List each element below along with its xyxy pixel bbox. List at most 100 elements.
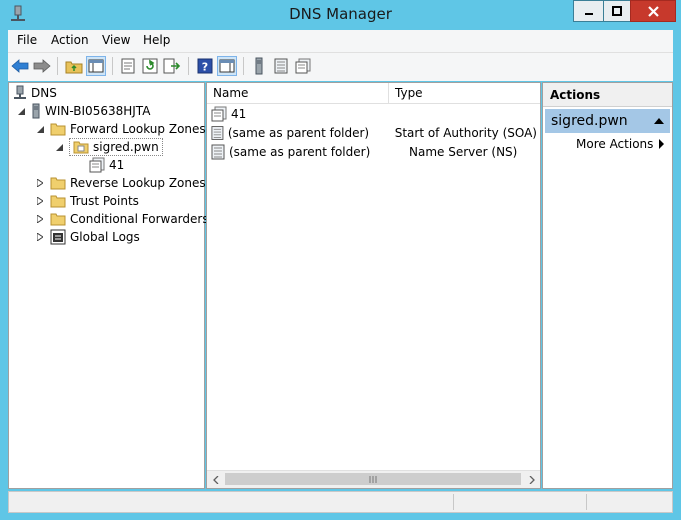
actions-pane: Actions sigred.pwn More Actions — [542, 82, 673, 489]
folder-icon — [50, 195, 66, 208]
collapse-arrow-icon[interactable] — [17, 107, 25, 115]
forward-arrow-icon — [33, 59, 51, 73]
back-button[interactable] — [10, 56, 30, 76]
expand-arrow-icon[interactable] — [36, 215, 44, 223]
tree-node-server[interactable]: WIN-BI05638HJTA — [17, 102, 150, 120]
domain-records-icon — [211, 106, 227, 121]
expand-arrow-icon[interactable] — [36, 233, 44, 241]
list-item[interactable]: (same as parent folder) Start of Authori… — [211, 123, 537, 142]
menu-bar: File Action View Help — [8, 30, 673, 52]
tree-label-reverse-zones: Reverse Lookup Zones — [70, 176, 206, 190]
domain-records-icon — [89, 157, 105, 173]
properties-icon — [121, 58, 135, 74]
export-list-icon — [163, 58, 181, 74]
selected-zone[interactable]: sigred.pwn — [69, 138, 163, 156]
menu-action[interactable]: Action — [51, 33, 89, 47]
up-folder-icon — [65, 61, 83, 74]
scroll-right-button[interactable] — [523, 471, 540, 488]
tree-node-zone-sigred[interactable]: sigred.pwn — [55, 138, 163, 156]
horizontal-scrollbar[interactable] — [207, 470, 540, 488]
show-console-tree-button[interactable] — [86, 56, 106, 76]
title-bar: DNS Manager — [0, 0, 681, 30]
results-pane: Name Type 41 (same as parent folder) Sta… — [206, 82, 541, 489]
toolbar-separator — [112, 57, 113, 75]
tree-label-subdomain: 41 — [109, 158, 125, 172]
column-header-type[interactable]: Type — [389, 83, 540, 103]
show-action-pane-button[interactable] — [217, 56, 237, 76]
server-icon — [32, 103, 40, 119]
help-button[interactable]: ? — [195, 56, 215, 76]
chevron-left-icon — [212, 475, 218, 484]
up-one-level-button[interactable] — [64, 56, 84, 76]
refresh-button[interactable] — [140, 56, 160, 76]
collapse-caret-icon[interactable] — [654, 118, 664, 124]
tree-label-zone: sigred.pwn — [93, 140, 159, 154]
collapse-arrow-icon[interactable] — [55, 143, 63, 151]
server-icon — [255, 57, 263, 75]
svg-text:?: ? — [202, 61, 208, 74]
scroll-left-button[interactable] — [207, 471, 224, 488]
record-icon — [274, 58, 288, 74]
folder-icon — [50, 123, 66, 136]
record-icon — [211, 144, 225, 159]
column-header-name[interactable]: Name — [207, 83, 389, 103]
maximize-button[interactable] — [603, 0, 631, 22]
forward-button[interactable] — [32, 56, 52, 76]
actions-header: Actions — [543, 83, 672, 107]
tree-node-conditional-forwarders[interactable]: Conditional Forwarders — [36, 210, 209, 228]
tree-node-trust-points[interactable]: Trust Points — [36, 192, 139, 210]
toolbar-separator — [243, 57, 244, 75]
folder-icon — [50, 213, 66, 226]
logs-icon — [50, 229, 66, 245]
console-tree-icon — [88, 59, 104, 73]
tree-label-server: WIN-BI05638HJTA — [45, 104, 151, 118]
status-bar — [8, 491, 673, 513]
folder-icon — [50, 177, 66, 190]
close-icon — [647, 5, 659, 17]
more-actions-link[interactable]: More Actions — [576, 135, 653, 153]
tree-label-dns: DNS — [31, 86, 57, 100]
dns-manager-window: DNS Manager File Action View Help ? DNS … — [0, 0, 681, 520]
new-domain-button[interactable] — [293, 56, 313, 76]
actions-group-sigred[interactable]: sigred.pwn — [545, 109, 670, 133]
zone-folder-icon — [73, 141, 89, 154]
scroll-thumb[interactable] — [225, 473, 521, 485]
maximize-icon — [612, 6, 622, 16]
toolbar-separator — [188, 57, 189, 75]
chevron-right-icon — [529, 475, 535, 484]
item-type: Start of Authority (SOA) — [394, 125, 537, 140]
collapse-arrow-icon[interactable] — [36, 125, 44, 133]
menu-file[interactable]: File — [17, 33, 37, 47]
tree-node-dns[interactable]: DNS — [13, 84, 57, 102]
tree-node-global-logs[interactable]: Global Logs — [36, 228, 140, 246]
submenu-arrow-icon — [659, 139, 664, 149]
help-icon: ? — [197, 58, 213, 74]
close-button[interactable] — [630, 0, 676, 22]
tree-node-forward-lookup-zones[interactable]: Forward Lookup Zones — [36, 120, 206, 138]
menu-help[interactable]: Help — [143, 33, 170, 47]
new-host-button[interactable] — [249, 56, 269, 76]
properties-button[interactable] — [118, 56, 138, 76]
menu-view[interactable]: View — [102, 33, 130, 47]
minimize-button[interactable] — [573, 0, 604, 22]
list-item[interactable]: 41 — [211, 104, 537, 123]
item-name: (same as parent folder) — [229, 144, 371, 159]
tree-node-reverse-lookup-zones[interactable]: Reverse Lookup Zones — [36, 174, 206, 192]
tree-node-subdomain-41[interactable]: 41 — [89, 156, 124, 174]
refresh-icon — [142, 58, 158, 74]
export-list-button[interactable] — [162, 56, 182, 76]
back-arrow-icon — [11, 59, 29, 73]
expand-arrow-icon[interactable] — [36, 179, 44, 187]
new-record-button[interactable] — [271, 56, 291, 76]
status-divider — [586, 494, 587, 510]
toolbar: ? — [8, 52, 673, 81]
expand-arrow-icon[interactable] — [36, 197, 44, 205]
item-name: (same as parent folder) — [227, 125, 370, 140]
tree-label-global-logs: Global Logs — [70, 230, 140, 244]
tree-label-conditional-forwarders: Conditional Forwarders — [70, 212, 209, 226]
item-type: Name Server (NS) — [409, 144, 518, 159]
records-icon — [295, 58, 311, 74]
dns-icon — [14, 85, 26, 99]
list-item[interactable]: (same as parent folder) Name Server (NS) — [211, 142, 537, 161]
tree-label-trust-points: Trust Points — [70, 194, 139, 208]
